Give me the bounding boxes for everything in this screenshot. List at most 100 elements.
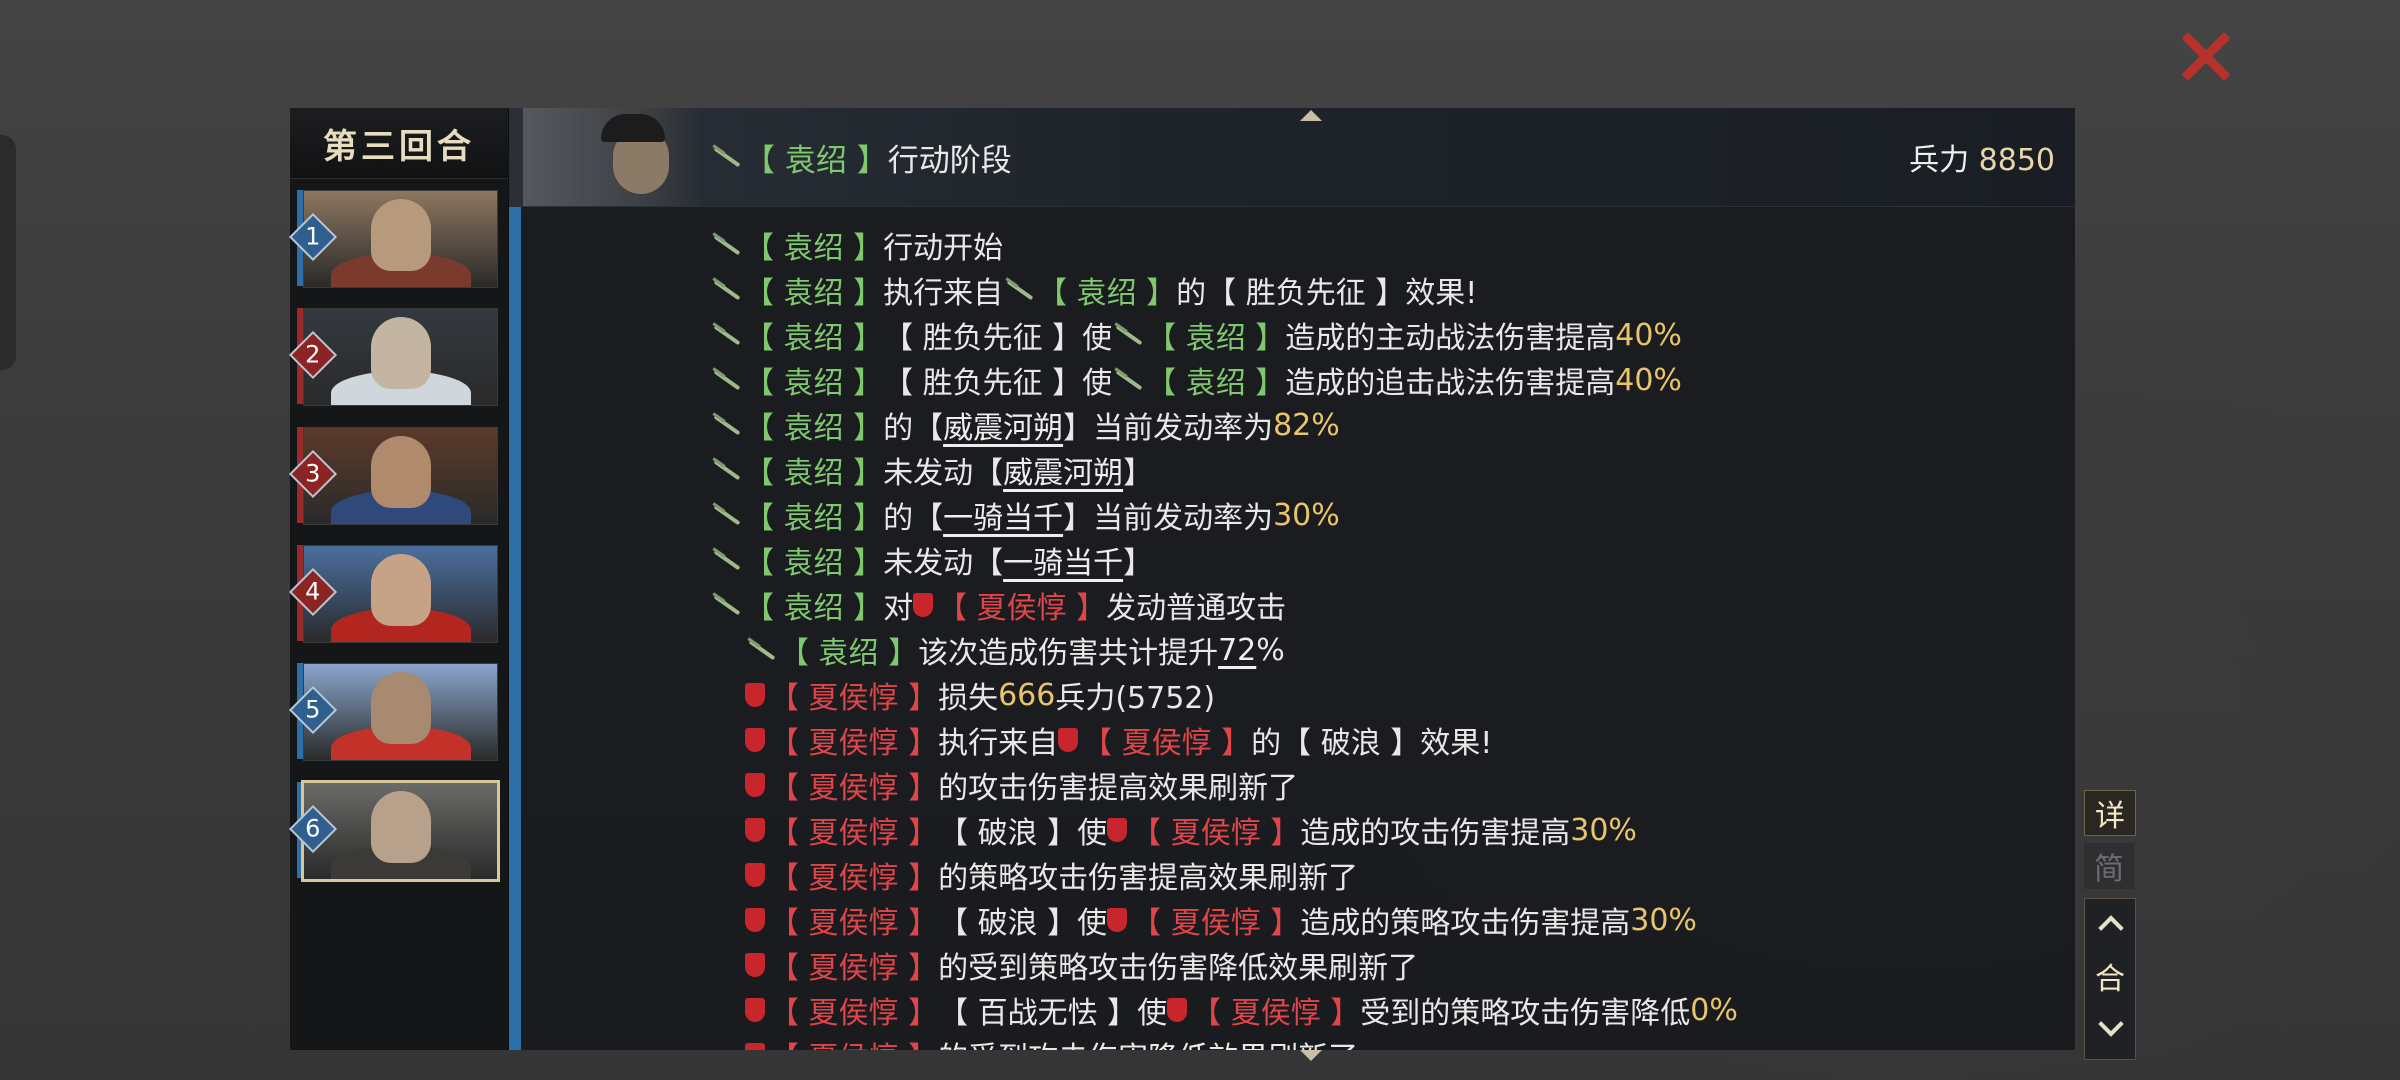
general-name: 【 夏侯惇 】 bbox=[769, 771, 939, 806]
general-name: 【 夏侯惇 】 bbox=[769, 861, 939, 896]
value-highlight: 30% bbox=[1630, 902, 1697, 938]
sword-icon bbox=[710, 547, 742, 573]
log-text: 】 bbox=[1123, 456, 1154, 491]
log-line: 【 夏侯惇 】的受到策略攻击伤害降低效果刷新了 bbox=[745, 943, 1418, 987]
log-line: 【 袁绍 】该次造成伤害共计提升 72% bbox=[745, 628, 1285, 672]
log-text: 造成的策略攻击伤害提高 bbox=[1300, 906, 1631, 941]
shield-icon bbox=[745, 998, 765, 1022]
general-name: 【 袁绍 】 bbox=[744, 231, 884, 266]
skill-link[interactable]: 一骑当千 bbox=[943, 493, 1063, 537]
log-text: 】 bbox=[1123, 546, 1154, 581]
shield-icon bbox=[1107, 908, 1128, 932]
sword-icon bbox=[710, 412, 742, 438]
log-line: 【 夏侯惇 】的受到攻击伤害降低效果刷新了 bbox=[745, 1033, 1358, 1050]
value-highlight: 40% bbox=[1615, 317, 1682, 353]
shield-icon bbox=[913, 593, 934, 617]
log-text: 受到的策略攻击伤害降低 bbox=[1360, 996, 1691, 1031]
log-text: 的【 胜负先征 】效果! bbox=[1176, 276, 1478, 311]
log-text: 执行来自 bbox=[938, 726, 1059, 761]
log-text: 【 破浪 】使 bbox=[938, 816, 1108, 851]
general-name: 【 夏侯惇 】 bbox=[769, 906, 939, 941]
log-text: 对 bbox=[883, 591, 914, 626]
shield-icon bbox=[1058, 728, 1079, 752]
log-line: 【 夏侯惇 】【 破浪 】使【 夏侯惇 】造成的策略攻击伤害提高 30% bbox=[745, 898, 1697, 942]
general-name: 【 袁绍 】 bbox=[744, 546, 884, 581]
simple-mode-button[interactable]: 简 bbox=[2084, 843, 2134, 889]
general-name: 【 夏侯惇 】 bbox=[1131, 906, 1301, 941]
log-text: 的攻击伤害提高效果刷新了 bbox=[938, 771, 1299, 806]
sword-icon bbox=[710, 367, 742, 393]
log-line: 【 袁绍 】的【 威震河朔 】当前发动率为 82% bbox=[710, 403, 1340, 447]
value-highlight: 30% bbox=[1570, 812, 1637, 848]
shield-icon bbox=[1167, 998, 1188, 1022]
detail-mode-button[interactable]: 详 bbox=[2084, 790, 2136, 836]
shield-icon bbox=[745, 908, 765, 932]
sword-icon bbox=[1112, 367, 1144, 393]
log-text: 【 百战无怯 】使 bbox=[938, 996, 1168, 1031]
sword-icon bbox=[710, 502, 742, 528]
sword-icon bbox=[1003, 277, 1035, 303]
general-name: 【 夏侯惇 】 bbox=[1131, 816, 1301, 851]
general-name: 【 袁绍 】 bbox=[1146, 321, 1286, 356]
round-navigator: 合 bbox=[2084, 898, 2136, 1060]
sword-icon bbox=[745, 637, 777, 663]
general-name: 【 夏侯惇 】 bbox=[769, 816, 939, 851]
log-text: 】当前发动率为 bbox=[1063, 501, 1274, 536]
shield-icon bbox=[745, 1043, 765, 1050]
log-text: 执行来自 bbox=[883, 276, 1004, 311]
general-name: 【 袁绍 】 bbox=[779, 636, 919, 671]
shield-icon bbox=[745, 683, 765, 707]
log-line: 【 袁绍 】未发动【 一骑当千 】 bbox=[710, 538, 1153, 582]
log-text: 未发动【 bbox=[883, 456, 1004, 491]
general-name: 【 袁绍 】 bbox=[744, 411, 884, 446]
log-text: 】当前发动率为 bbox=[1063, 411, 1274, 446]
log-line: 【 袁绍 】行动开始 bbox=[710, 223, 1003, 267]
general-name: 【 袁绍 】 bbox=[1146, 366, 1286, 401]
log-line: 【 袁绍 】执行来自【 袁绍 】的【 胜负先征 】效果! bbox=[710, 268, 1477, 312]
log-line: 【 袁绍 】【 胜负先征 】使【 袁绍 】造成的追击战法伤害提高 40% bbox=[710, 358, 1682, 402]
chevron-down-icon[interactable] bbox=[2098, 1011, 2124, 1037]
log-text: 损失 bbox=[938, 681, 999, 716]
sword-icon bbox=[710, 232, 742, 258]
general-name: 【 夏侯惇 】 bbox=[937, 591, 1107, 626]
log-line: 【 夏侯惇 】【 破浪 】使【 夏侯惇 】造成的攻击伤害提高 30% bbox=[745, 808, 1637, 852]
general-name: 【 夏侯惇 】 bbox=[1082, 726, 1252, 761]
chevron-up-icon[interactable] bbox=[2098, 915, 2124, 941]
log-line: 【 袁绍 】的【 一骑当千 】当前发动率为 30% bbox=[710, 493, 1340, 537]
general-name: 【 袁绍 】 bbox=[744, 276, 884, 311]
value-highlight: 72 bbox=[1218, 632, 1257, 668]
general-name: 【 袁绍 】 bbox=[1037, 276, 1177, 311]
general-name: 【 袁绍 】 bbox=[744, 501, 884, 536]
log-text: 造成的攻击伤害提高 bbox=[1300, 816, 1571, 851]
log-text: 的受到攻击伤害降低效果刷新了 bbox=[938, 1033, 1358, 1050]
general-name: 【 袁绍 】 bbox=[744, 591, 884, 626]
log-line: 【 夏侯惇 】执行来自【 夏侯惇 】的【 破浪 】效果! bbox=[745, 718, 1492, 762]
general-name: 【 袁绍 】 bbox=[744, 456, 884, 491]
shield-icon bbox=[745, 953, 765, 977]
general-name: 【 夏侯惇 】 bbox=[769, 1033, 938, 1050]
log-text: 行动开始 bbox=[883, 231, 1004, 266]
sword-icon bbox=[710, 322, 742, 348]
general-name: 【 袁绍 】 bbox=[744, 366, 884, 401]
value-highlight: 82% bbox=[1273, 407, 1340, 443]
skill-link[interactable]: 一骑当千 bbox=[1003, 538, 1123, 582]
sword-icon bbox=[710, 457, 742, 483]
scroll-down-caret-icon[interactable] bbox=[1300, 1050, 1322, 1061]
log-text: 该次造成伤害共计提升 bbox=[918, 636, 1219, 671]
log-text: 的受到策略攻击伤害降低效果刷新了 bbox=[938, 951, 1419, 986]
log-text: 【 胜负先征 】使 bbox=[883, 366, 1113, 401]
sword-icon bbox=[710, 277, 742, 303]
general-name: 【 夏侯惇 】 bbox=[769, 726, 939, 761]
log-line: 【 夏侯惇 】损失 666 兵力(5752) bbox=[745, 673, 1215, 717]
log-line: 【 袁绍 】对【 夏侯惇 】发动普通攻击 bbox=[710, 583, 1286, 627]
log-line: 【 夏侯惇 】【 百战无怯 】使【 夏侯惇 】受到的策略攻击伤害降低 0% bbox=[745, 988, 1738, 1032]
general-name: 【 夏侯惇 】 bbox=[769, 951, 939, 986]
log-line: 【 夏侯惇 】的攻击伤害提高效果刷新了 bbox=[745, 763, 1298, 807]
shield-icon bbox=[745, 863, 765, 887]
log-line: 【 袁绍 】未发动【 威震河朔 】 bbox=[710, 448, 1153, 492]
general-name: 【 夏侯惇 】 bbox=[769, 681, 939, 716]
skill-link[interactable]: 威震河朔 bbox=[943, 403, 1063, 447]
skill-link[interactable]: 威震河朔 bbox=[1003, 448, 1123, 492]
value-highlight: 40% bbox=[1615, 362, 1682, 398]
log-text: 发动普通攻击 bbox=[1106, 591, 1287, 626]
